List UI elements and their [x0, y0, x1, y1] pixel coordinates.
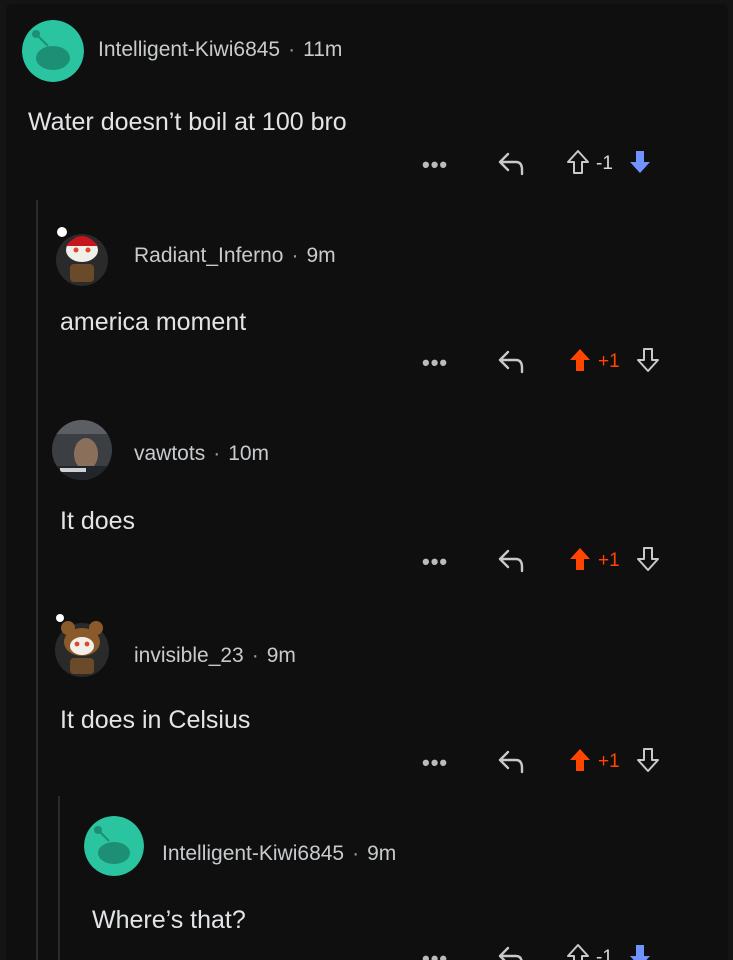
kiwi-snoo-icon[interactable]: [22, 20, 84, 82]
separator: ·: [291, 244, 299, 267]
username[interactable]: Radiant_Inferno: [134, 244, 283, 267]
more-options-button[interactable]: •••: [422, 350, 448, 376]
thread-line: [36, 200, 38, 960]
kiwi-snoo-icon[interactable]: [84, 816, 144, 876]
upvote-icon[interactable]: [568, 546, 592, 577]
vote-score: -1: [596, 947, 613, 960]
comment-actions: ••• -1: [416, 148, 706, 184]
vote-score: +1: [598, 550, 620, 571]
reply-icon[interactable]: [496, 348, 526, 379]
timestamp: 9m: [266, 644, 296, 667]
timestamp: 9m: [306, 244, 336, 267]
comment-body: america moment: [60, 308, 247, 336]
comment-body: Where’s that?: [92, 906, 246, 934]
comment-actions: ••• -1: [416, 942, 706, 960]
downvote-icon[interactable]: [628, 943, 652, 960]
timestamp: 11m: [303, 38, 343, 61]
separator: ·: [251, 644, 259, 667]
reply-icon[interactable]: [496, 547, 526, 578]
upvote-icon[interactable]: [566, 943, 590, 960]
comment-actions: ••• +1: [416, 746, 706, 782]
more-options-button[interactable]: •••: [422, 750, 448, 776]
upvote-icon[interactable]: [566, 149, 590, 180]
bear-snoo-icon[interactable]: [52, 610, 114, 680]
username[interactable]: Intelligent-Kiwi6845: [162, 842, 344, 865]
comment-actions: ••• +1: [416, 545, 706, 581]
downvote-icon[interactable]: [636, 747, 660, 778]
username[interactable]: Intelligent-Kiwi6845: [98, 38, 280, 61]
vote-score: -1: [596, 153, 613, 174]
timestamp: 9m: [367, 842, 397, 865]
separator: ·: [288, 38, 296, 61]
reply-icon[interactable]: [496, 748, 526, 779]
downvote-icon[interactable]: [628, 149, 652, 180]
upvote-icon[interactable]: [568, 347, 592, 378]
downvote-icon[interactable]: [636, 347, 660, 378]
timestamp: 10m: [228, 442, 270, 465]
more-options-button[interactable]: •••: [422, 549, 448, 575]
more-options-button[interactable]: •••: [422, 152, 448, 178]
downvote-icon[interactable]: [636, 546, 660, 577]
reply-icon[interactable]: [496, 944, 526, 960]
vote-score: +1: [598, 751, 620, 772]
photo-avatar[interactable]: [52, 420, 112, 480]
reply-icon[interactable]: [496, 150, 526, 181]
comment-thread: Intelligent-Kiwi6845 · 11m Water doesn’t b…: [6, 4, 728, 960]
comment-body: It does: [60, 507, 136, 535]
username[interactable]: invisible_23: [134, 644, 244, 667]
separator: ·: [352, 842, 360, 865]
comment-body: Water doesn’t boil at 100 bro: [28, 108, 347, 136]
thread-line: [58, 796, 60, 960]
separator: ·: [213, 442, 221, 465]
santa-snoo-icon[interactable]: [52, 222, 112, 286]
upvote-icon[interactable]: [568, 747, 592, 778]
comment-actions: ••• +1: [416, 346, 706, 382]
vote-score: +1: [598, 351, 620, 372]
more-options-button[interactable]: •••: [422, 946, 448, 960]
comment-body: It does in Celsius: [60, 706, 251, 734]
username[interactable]: vawtots: [134, 442, 205, 465]
